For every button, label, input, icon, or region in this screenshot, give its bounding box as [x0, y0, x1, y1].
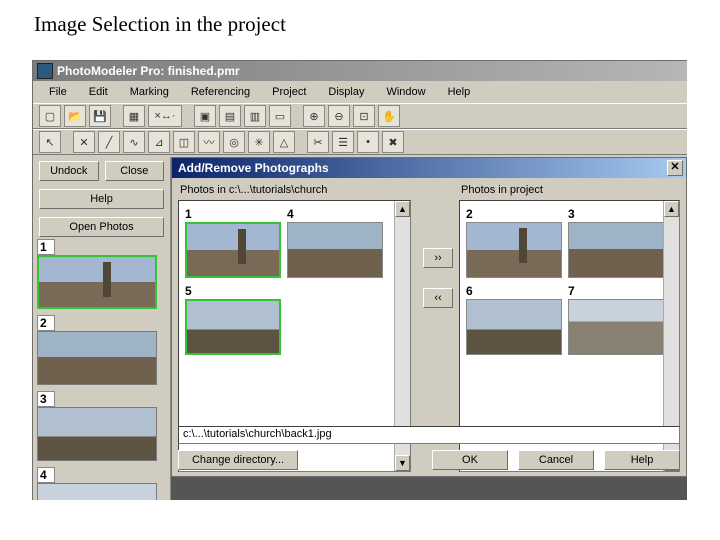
- shape-icon[interactable]: △: [273, 131, 295, 153]
- thumb-image: [37, 331, 157, 385]
- list-item[interactable]: 1: [37, 239, 166, 309]
- zoom-out-icon[interactable]: ⊖: [328, 105, 350, 127]
- cross-icon[interactable]: ✕: [73, 131, 95, 153]
- undock-button[interactable]: Undock: [39, 161, 99, 181]
- thumb-image: [568, 299, 664, 355]
- save-icon[interactable]: 💾: [89, 105, 111, 127]
- angle-icon[interactable]: ⊿: [148, 131, 170, 153]
- list-item[interactable]: 1: [185, 207, 281, 278]
- close-button[interactable]: Close: [105, 161, 165, 181]
- open-icon[interactable]: 📂: [64, 105, 86, 127]
- spline-icon[interactable]: 〰: [198, 131, 220, 153]
- list-item[interactable]: 4: [287, 207, 383, 278]
- list-item[interactable]: 2: [37, 315, 166, 385]
- scroll-up-icon[interactable]: ▲: [664, 201, 679, 217]
- add-remove-dialog: Add/Remove Photographs ✕ Photos in c:\..…: [171, 157, 687, 477]
- app-title: PhotoModeler Pro: finished.pmr: [57, 64, 240, 78]
- thumb-image: [37, 483, 157, 500]
- left-panel: Undock Close Help Open Photos 1 2 3 4: [33, 157, 171, 500]
- tools-icon[interactable]: ✖: [382, 131, 404, 153]
- thumb-image: [466, 299, 562, 355]
- menu-referencing[interactable]: Referencing: [185, 84, 256, 100]
- close-icon[interactable]: ✕: [667, 160, 683, 176]
- surface-icon[interactable]: ◫: [173, 131, 195, 153]
- grid-icon[interactable]: ▦: [123, 105, 145, 127]
- view-icon[interactable]: ▥: [244, 105, 266, 127]
- reference-icon[interactable]: ×↔·: [148, 105, 182, 127]
- thumb-image: [287, 222, 383, 278]
- curve-icon[interactable]: ∿: [123, 131, 145, 153]
- menu-project[interactable]: Project: [266, 84, 312, 100]
- cut-icon[interactable]: ✂: [307, 131, 329, 153]
- path-field: c:\...\tutorials\church\back1.jpg: [178, 426, 680, 444]
- ok-button[interactable]: OK: [432, 450, 508, 470]
- window-icon[interactable]: ▭: [269, 105, 291, 127]
- dialog-bottom: c:\...\tutorials\church\back1.jpg Change…: [178, 426, 680, 470]
- zoom-in-icon[interactable]: ⊕: [303, 105, 325, 127]
- dialog-help-button[interactable]: Help: [604, 450, 680, 470]
- help-button[interactable]: Help: [39, 189, 164, 209]
- thumb-image: [37, 255, 157, 309]
- thumb-image: [466, 222, 562, 278]
- menu-edit[interactable]: Edit: [83, 84, 114, 100]
- list-item[interactable]: 2: [466, 207, 562, 278]
- toolbar-2: ↖ ✕ ╱ ∿ ⊿ ◫ 〰 ◎ ✳ △ ✂ ☰ • ✖: [33, 129, 687, 155]
- add-button[interactable]: ››: [423, 248, 453, 268]
- cancel-button[interactable]: Cancel: [518, 450, 594, 470]
- thumb-image: [185, 222, 281, 278]
- mdi-background: [171, 477, 687, 500]
- pan-icon[interactable]: ✋: [378, 105, 400, 127]
- app-icon: [37, 63, 53, 79]
- app-window: PhotoModeler Pro: finished.pmr File Edit…: [32, 60, 687, 500]
- menu-display[interactable]: Display: [322, 84, 370, 100]
- list-item[interactable]: 5: [185, 284, 281, 355]
- camera-icon[interactable]: ▣: [194, 105, 216, 127]
- menu-help[interactable]: Help: [442, 84, 477, 100]
- list-item[interactable]: 3: [568, 207, 664, 278]
- thumb-image: [185, 299, 281, 355]
- menu-marking[interactable]: Marking: [124, 84, 175, 100]
- open-photos-button[interactable]: Open Photos: [39, 217, 164, 237]
- thumb-image: [568, 222, 664, 278]
- new-icon[interactable]: ▢: [39, 105, 61, 127]
- menu-window[interactable]: Window: [380, 84, 431, 100]
- project-label: Photos in project: [459, 182, 680, 200]
- list-item[interactable]: 4: [37, 467, 166, 500]
- layers-icon[interactable]: ☰: [332, 131, 354, 153]
- dialog-title: Add/Remove Photographs ✕: [172, 158, 686, 178]
- list-item[interactable]: 7: [568, 284, 664, 355]
- target-icon[interactable]: ◎: [223, 131, 245, 153]
- dot-icon[interactable]: •: [357, 131, 379, 153]
- left-thumbs: 1 2 3 4: [37, 239, 166, 500]
- zoom-fit-icon[interactable]: ⊡: [353, 105, 375, 127]
- titlebar: PhotoModeler Pro: finished.pmr: [33, 61, 687, 81]
- change-dir-button[interactable]: Change directory...: [178, 450, 298, 470]
- page-heading: Image Selection in the project: [0, 0, 720, 41]
- menu-file[interactable]: File: [43, 84, 73, 100]
- thumb-image: [37, 407, 157, 461]
- line-icon[interactable]: ╱: [98, 131, 120, 153]
- markers-icon[interactable]: ✳: [248, 131, 270, 153]
- table-icon[interactable]: ▤: [219, 105, 241, 127]
- source-label: Photos in c:\...\tutorials\church: [178, 182, 411, 200]
- menubar: File Edit Marking Referencing Project Di…: [33, 81, 687, 103]
- list-item[interactable]: 3: [37, 391, 166, 461]
- pointer-icon[interactable]: ↖: [39, 131, 61, 153]
- remove-button[interactable]: ‹‹: [423, 288, 453, 308]
- list-item[interactable]: 6: [466, 284, 562, 355]
- toolbar-1: ▢ 📂 💾 ▦ ×↔· ▣ ▤ ▥ ▭ ⊕ ⊖ ⊡ ✋: [33, 103, 687, 129]
- scroll-up-icon[interactable]: ▲: [395, 201, 410, 217]
- app-body: Undock Close Help Open Photos 1 2 3 4 Ad…: [33, 157, 687, 500]
